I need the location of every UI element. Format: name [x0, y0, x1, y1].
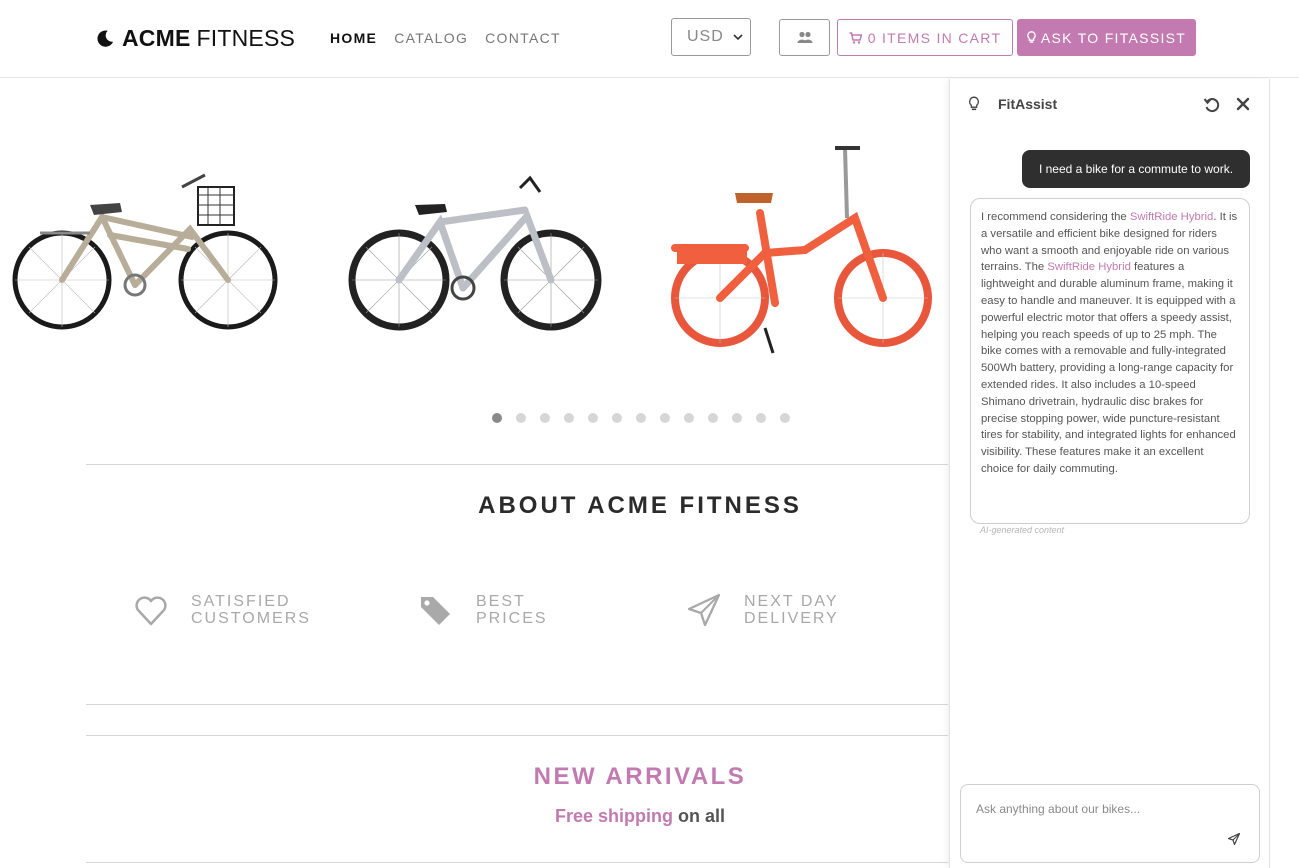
nav-contact[interactable]: CONTACT: [485, 30, 561, 46]
lightbulb-icon: [1027, 31, 1036, 43]
carousel-dot[interactable]: [612, 413, 622, 423]
fitassist-chat-panel: FitAssist I need a bike for a commute to…: [949, 79, 1270, 868]
moon-logo-icon: [97, 30, 114, 47]
divider-bottom: [86, 862, 948, 863]
paper-plane-icon: [687, 593, 721, 627]
feature-line2: CUSTOMERS: [191, 610, 311, 627]
carousel-dot[interactable]: [588, 413, 598, 423]
chevron-down-icon: [733, 34, 743, 41]
ai-generated-note: AI-generated content: [980, 525, 1065, 535]
user-message: I need a bike for a commute to work.: [1022, 150, 1250, 188]
carousel-dot[interactable]: [780, 413, 790, 423]
cart-icon: [849, 31, 862, 44]
ask-label: ASK TO FITASSIST: [1040, 29, 1187, 46]
ask-fitassist-button[interactable]: ASK TO FITASSIST: [1017, 19, 1196, 56]
feature-next-day-delivery: NEXT DAY DELIVERY: [686, 592, 839, 628]
heart-icon: [135, 596, 167, 626]
feature-line1: SATISFIED: [191, 593, 291, 610]
site-header: ACME FITNESS HOME CATALOG CONTACT USD 0 …: [0, 0, 1299, 78]
currency-value: USD: [687, 28, 724, 45]
brand-name-bold: ACME: [122, 24, 191, 51]
divider-middle: [86, 704, 948, 705]
cart-button[interactable]: 0 ITEMS IN CART: [837, 19, 1013, 56]
feature-best-prices: BEST PRICES: [418, 592, 548, 628]
carousel-dot[interactable]: [732, 413, 742, 423]
reset-icon[interactable]: [1203, 96, 1220, 113]
carousel-dot[interactable]: [756, 413, 766, 423]
beige-city-bike-image[interactable]: [10, 165, 280, 340]
assistant-message: I recommend considering the SwiftRide Hy…: [970, 198, 1250, 524]
free-shipping-highlight: Free shipping: [554, 806, 673, 826]
carousel-dot[interactable]: [636, 413, 646, 423]
currency-select[interactable]: USD: [671, 18, 751, 56]
feature-line2: DELIVERY: [744, 610, 839, 627]
feature-line1: NEXT DAY: [744, 593, 839, 610]
divider-top: [86, 464, 948, 465]
users-button[interactable]: [779, 19, 830, 56]
brand-name-light: FITNESS: [196, 24, 296, 51]
tags-icon: [421, 597, 450, 625]
send-icon[interactable]: [1228, 833, 1240, 845]
cart-label: 0 ITEMS IN CART: [867, 29, 1002, 46]
subtitle-rest: on all: [673, 806, 726, 826]
carousel-dot[interactable]: [564, 413, 574, 423]
chat-input-placeholder: Ask anything about our bikes...: [976, 802, 1141, 816]
carousel-dot[interactable]: [684, 413, 694, 423]
carousel-dot[interactable]: [492, 413, 502, 423]
users-icon: [797, 31, 812, 43]
assistant-text: I recommend considering the: [981, 211, 1130, 223]
red-folding-ebike-image[interactable]: [665, 138, 935, 360]
assistant-text: features a lightweight and durable alumi…: [981, 261, 1236, 475]
carousel-dot[interactable]: [516, 413, 526, 423]
carousel-dot[interactable]: [708, 413, 718, 423]
chat-title: FitAssist: [998, 96, 1058, 112]
carousel-dot[interactable]: [660, 413, 670, 423]
feature-line1: BEST: [476, 593, 526, 610]
chat-header: FitAssist: [950, 79, 1269, 129]
carousel-dots: [492, 413, 804, 423]
nav-home[interactable]: HOME: [330, 30, 377, 46]
feature-line2: PRICES: [476, 610, 548, 627]
main-nav: HOME CATALOG CONTACT: [330, 30, 578, 46]
carousel-dot[interactable]: [540, 413, 550, 423]
chat-input[interactable]: Ask anything about our bikes...: [960, 784, 1260, 863]
product-link[interactable]: SwiftRide Hybrid: [1047, 261, 1131, 273]
feature-satisfied-customers: SATISFIED CUSTOMERS: [133, 592, 311, 628]
lightbulb-icon: [969, 96, 979, 111]
nav-catalog[interactable]: CATALOG: [394, 30, 468, 46]
divider-arrivals: [86, 735, 948, 736]
brand-logo[interactable]: ACME FITNESS: [96, 25, 295, 51]
close-icon[interactable]: [1236, 97, 1250, 111]
silver-mountain-bike-image[interactable]: [345, 170, 605, 338]
product-link[interactable]: SwiftRide Hybrid: [1130, 211, 1214, 223]
